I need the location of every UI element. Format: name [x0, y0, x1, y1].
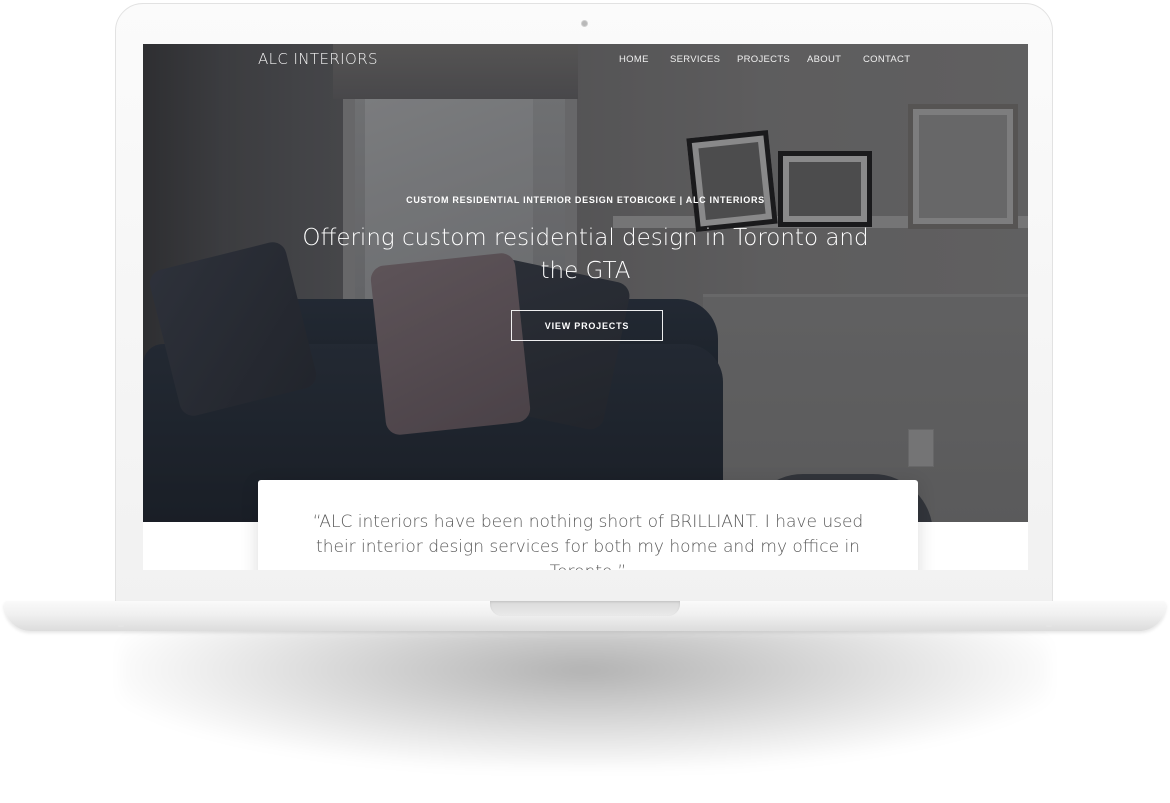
laptop-notch — [490, 601, 680, 616]
nav-projects[interactable]: PROJECTS — [737, 54, 790, 65]
hero-headline: Offering custom residential design in To… — [302, 225, 869, 284]
nav-about[interactable]: ABOUT — [807, 54, 841, 65]
base-foot — [1046, 624, 1052, 627]
laptop-screen: ALC INTERIORS HOME SERVICES PROJECTS ABO… — [143, 44, 1028, 570]
nav-contact[interactable]: CONTACT — [863, 54, 910, 65]
testimonial-card: “ALC interiors have been nothing short o… — [258, 480, 918, 570]
laptop-shadow — [120, 628, 1050, 768]
camera-icon — [581, 20, 588, 27]
nav-home[interactable]: HOME — [619, 54, 649, 65]
nav-services[interactable]: SERVICES — [670, 54, 720, 65]
site-logo[interactable]: ALC INTERIORS — [258, 50, 378, 68]
hero-section: ALC INTERIORS HOME SERVICES PROJECTS ABO… — [143, 44, 1028, 522]
view-projects-button[interactable]: VIEW PROJECTS — [511, 310, 663, 341]
hero-eyebrow: CUSTOM RESIDENTIAL INTERIOR DESIGN ETOBI… — [406, 195, 765, 205]
base-foot — [118, 624, 124, 627]
testimonial-quote: “ALC interiors have been nothing short o… — [312, 512, 864, 570]
